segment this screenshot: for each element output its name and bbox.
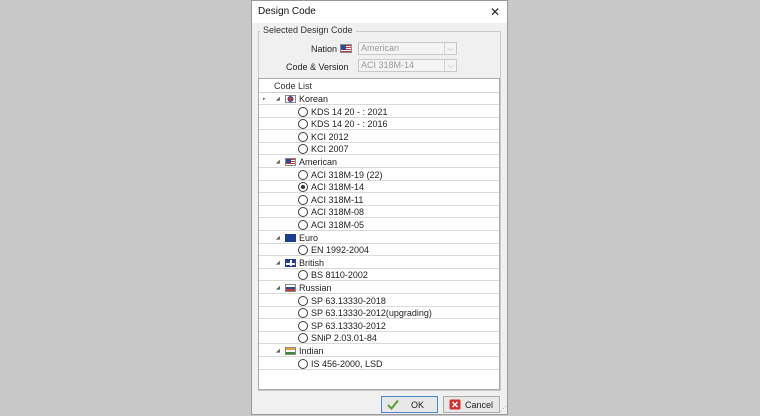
collapse-icon[interactable]: ◢ xyxy=(276,260,280,266)
close-icon[interactable]: ✕ xyxy=(487,4,503,20)
list-group-american[interactable]: ◢ American xyxy=(259,156,499,168)
list-group-british[interactable]: ◢ British xyxy=(259,257,499,269)
cancel-button-label: Cancel xyxy=(465,400,494,410)
radio-button[interactable] xyxy=(298,144,308,155)
code-label: KCI 2012 xyxy=(311,131,349,142)
chevron-down-icon[interactable]: ⌵ xyxy=(444,43,456,54)
cancel-icon xyxy=(449,399,461,410)
code-label: SP 63.13330-2012(upgrading) xyxy=(311,308,432,319)
list-item[interactable]: KDS 14 20 - : 2016 xyxy=(259,118,499,131)
radio-button[interactable] xyxy=(298,308,308,319)
code-label: SP 63.13330-2018 xyxy=(311,295,386,306)
code-label: ACI 318M-08 xyxy=(311,207,365,218)
list-item[interactable]: SNiP 2.03.01-84 xyxy=(259,332,499,345)
group-label: Euro xyxy=(299,232,319,243)
radio-button[interactable] xyxy=(298,194,308,205)
list-item[interactable]: ACI 318M-19 (22) xyxy=(259,169,499,181)
russian-flag-icon xyxy=(285,284,296,292)
list-item[interactable]: BS 8110-2002 xyxy=(259,269,499,282)
radio-button[interactable] xyxy=(298,295,308,306)
group-label: Selected Design Code xyxy=(260,25,356,35)
code-label: ACI 318M-19 (22) xyxy=(311,169,383,180)
group-label: Indian xyxy=(299,346,324,356)
code-version-select[interactable]: ACI 318M-14 ⌵ xyxy=(358,59,457,72)
list-item[interactable]: ACI 318M-08 xyxy=(259,206,499,219)
code-label: ACI 318M-11 xyxy=(311,194,364,205)
list-item[interactable]: KCI 2007 xyxy=(259,143,499,156)
ok-button-label: OK xyxy=(411,400,425,410)
list-item[interactable]: SP 63.13330-2012 xyxy=(259,320,499,332)
radio-button[interactable] xyxy=(298,333,308,344)
radio-button[interactable] xyxy=(298,169,308,180)
list-item[interactable]: ACI 318M-05 xyxy=(259,219,499,231)
american-flag-icon xyxy=(285,158,296,166)
collapse-icon[interactable]: ◢ xyxy=(276,235,280,241)
list-group-russian[interactable]: ◢ Russian xyxy=(259,282,499,294)
korean-flag-icon xyxy=(285,95,296,103)
radio-button[interactable] xyxy=(298,207,308,218)
radio-button[interactable] xyxy=(298,358,308,369)
code-label: ACI 318M-14 xyxy=(311,182,365,193)
radio-button[interactable] xyxy=(298,131,308,142)
chevron-down-icon[interactable]: ⌵ xyxy=(444,60,456,71)
row-indicator-icon: ▸ xyxy=(263,96,266,102)
list-item[interactable]: EN 1992-2004 xyxy=(259,244,499,257)
nation-value: American xyxy=(361,43,400,53)
code-version-label: Code & Version xyxy=(286,62,349,72)
radio-button[interactable] xyxy=(298,270,308,281)
list-item[interactable]: KCI 2012 xyxy=(259,131,499,143)
us-flag-icon xyxy=(340,44,352,53)
list-group-korean[interactable]: ▸ ◢ Korean xyxy=(259,93,499,105)
group-label: British xyxy=(299,257,325,268)
collapse-icon[interactable]: ◢ xyxy=(276,348,280,354)
nation-label: Nation xyxy=(311,44,338,54)
code-label: SNiP 2.03.01-84 xyxy=(311,333,377,344)
dialog-title: Design Code xyxy=(258,6,316,17)
code-label: SP 63.13330-2012 xyxy=(311,320,386,331)
title-bar: Design Code ✕ xyxy=(252,1,507,23)
list-item[interactable]: KDS 14 20 - : 2021 xyxy=(259,106,499,118)
collapse-icon[interactable]: ◢ xyxy=(276,96,280,102)
check-icon xyxy=(387,399,399,410)
group-label: Russian xyxy=(299,283,332,293)
british-flag-icon xyxy=(285,258,296,267)
code-label: IS 456-2000, LSD xyxy=(311,358,383,369)
radio-button[interactable] xyxy=(298,220,308,230)
radio-button[interactable] xyxy=(298,106,308,117)
code-label: ACI 318M-05 xyxy=(311,220,365,230)
list-group-indian[interactable]: ◢ Indian xyxy=(259,345,499,357)
list-item[interactable]: IS 456-2000, LSD xyxy=(259,358,499,370)
code-label: EN 1992-2004 xyxy=(311,245,370,256)
cancel-button[interactable]: Cancel xyxy=(443,396,500,413)
nation-select[interactable]: American ⌵ xyxy=(358,42,457,55)
code-list-header-label: Code List xyxy=(274,81,313,91)
code-label: KDS 14 20 - : 2021 xyxy=(311,106,388,117)
list-item[interactable]: ACI 318M-14 xyxy=(259,181,499,194)
radio-button[interactable] xyxy=(298,245,308,256)
collapse-icon[interactable]: ◢ xyxy=(276,159,280,165)
radio-button[interactable] xyxy=(298,119,308,130)
list-item[interactable]: SP 63.13330-2012(upgrading) xyxy=(259,307,499,320)
resize-grip-icon[interactable]: ⋰ xyxy=(500,405,508,413)
list-item[interactable]: SP 63.13330-2018 xyxy=(259,295,499,307)
code-label: KCI 2007 xyxy=(311,144,349,155)
indian-flag-icon xyxy=(285,347,296,355)
radio-button[interactable] xyxy=(298,182,308,193)
code-list-header: Code List xyxy=(259,79,499,93)
collapse-icon[interactable]: ◢ xyxy=(276,285,280,291)
list-group-euro[interactable]: ◢ Euro xyxy=(259,232,499,244)
radio-button[interactable] xyxy=(298,320,308,331)
code-label: BS 8110-2002 xyxy=(311,270,368,281)
code-list[interactable]: Code List ▸ ◢ Korean KDS 14 20 - : 2021 KDS … xyxy=(258,78,500,390)
list-item[interactable]: ACI 318M-11 xyxy=(259,194,499,206)
group-label: American xyxy=(299,157,338,167)
ok-button[interactable]: OK xyxy=(381,396,438,413)
code-version-value: ACI 318M-14 xyxy=(361,60,415,70)
group-label: Korean xyxy=(299,94,329,104)
code-label: KDS 14 20 - : 2016 xyxy=(311,119,388,130)
euro-flag-icon xyxy=(285,233,296,242)
